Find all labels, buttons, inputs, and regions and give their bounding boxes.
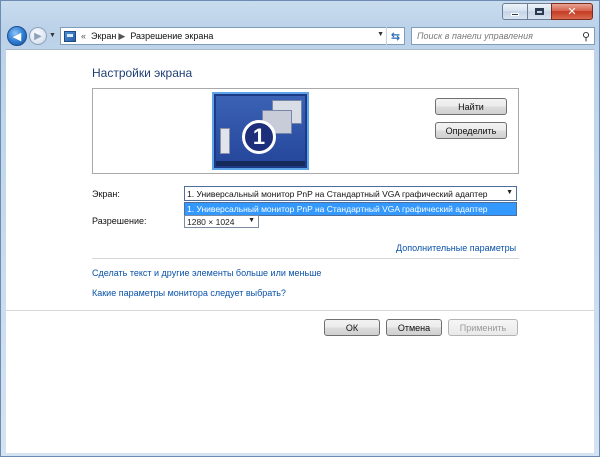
monitor-number-badge: 1: [242, 120, 276, 154]
screen-select[interactable]: 1. Универсальный монитор PnP на Стандарт…: [184, 186, 517, 201]
minimize-button[interactable]: [502, 3, 527, 20]
resolution-label: Разрешение:: [92, 216, 147, 226]
identify-button[interactable]: Определить: [435, 122, 507, 139]
refresh-icon: ⇆: [390, 30, 401, 43]
find-button[interactable]: Найти: [435, 98, 507, 115]
address-bar[interactable]: « Экран ▶ Разрешение экрана ▼ ⇆: [60, 27, 405, 45]
apply-button[interactable]: Применить: [448, 319, 518, 336]
refresh-button[interactable]: ⇆: [386, 27, 404, 45]
page-title: Настройки экрана: [92, 66, 193, 80]
window-frame: ✕ ◀ ▶ ▼ « Экран ▶ Разрешение экрана ▼ ⇆ …: [0, 0, 600, 457]
screen-dropdown-list: 1. Универсальный монитор PnP на Стандарт…: [184, 202, 517, 216]
address-dropdown-icon[interactable]: ▼: [377, 31, 384, 38]
text-size-link[interactable]: Сделать текст и другие элементы больше и…: [92, 268, 321, 278]
breadcrumb-separator-icon[interactable]: ▶: [118, 31, 125, 42]
close-button[interactable]: ✕: [551, 3, 593, 20]
monitor-settings-help-link[interactable]: Какие параметры монитора следует выбрать…: [92, 288, 286, 298]
ok-button[interactable]: ОК: [324, 319, 380, 336]
arrow-left-icon: ◀: [12, 30, 22, 43]
monitor-thumbnail[interactable]: 1: [212, 92, 309, 170]
monitor-sidebar-graphic: [220, 128, 230, 154]
divider: [92, 258, 519, 259]
window-controls: ✕: [502, 3, 593, 20]
maximize-icon: [535, 8, 544, 15]
cancel-button[interactable]: Отмена: [386, 319, 442, 336]
content-pane: Настройки экрана 1 Найти Определить Экра…: [6, 49, 594, 453]
back-button[interactable]: ◀: [7, 26, 27, 46]
screen-label: Экран:: [92, 189, 120, 199]
breadcrumb-screen[interactable]: Экран: [91, 31, 116, 41]
display-preview: 1 Найти Определить: [92, 88, 519, 174]
chevron-down-icon: ▼: [49, 32, 56, 39]
monitor-taskbar-graphic: [216, 161, 305, 166]
chevron-down-icon[interactable]: ▼: [506, 189, 513, 196]
search-box[interactable]: ⚲: [411, 27, 595, 45]
advanced-settings-link[interactable]: Дополнительные параметры: [396, 243, 516, 253]
screen-select-value: 1. Универсальный монитор PnP на Стандарт…: [187, 188, 488, 199]
search-icon[interactable]: ⚲: [582, 30, 590, 43]
maximize-button[interactable]: [527, 3, 551, 20]
screen-option[interactable]: 1. Универсальный монитор PnP на Стандарт…: [185, 203, 516, 215]
control-panel-icon: [64, 30, 76, 42]
title-bar: ✕: [1, 1, 599, 23]
divider: [6, 310, 594, 311]
minimize-icon: [511, 12, 519, 16]
navigation-bar: ◀ ▶ ▼ « Экран ▶ Разрешение экрана ▼ ⇆ ⚲: [1, 23, 599, 49]
arrow-right-icon: ▶: [34, 30, 42, 42]
search-input[interactable]: [417, 31, 567, 41]
forward-button[interactable]: ▶: [29, 27, 47, 45]
chevron-down-icon[interactable]: ▼: [248, 217, 255, 224]
breadcrumb-overflow[interactable]: «: [81, 31, 86, 41]
close-icon: ✕: [567, 5, 577, 18]
resolution-select-value: 1280 × 1024: [187, 216, 235, 227]
resolution-select[interactable]: 1280 × 1024 ▼: [184, 215, 259, 228]
breadcrumb-resolution[interactable]: Разрешение экрана: [130, 31, 213, 41]
history-dropdown-button[interactable]: ▼: [49, 30, 57, 42]
